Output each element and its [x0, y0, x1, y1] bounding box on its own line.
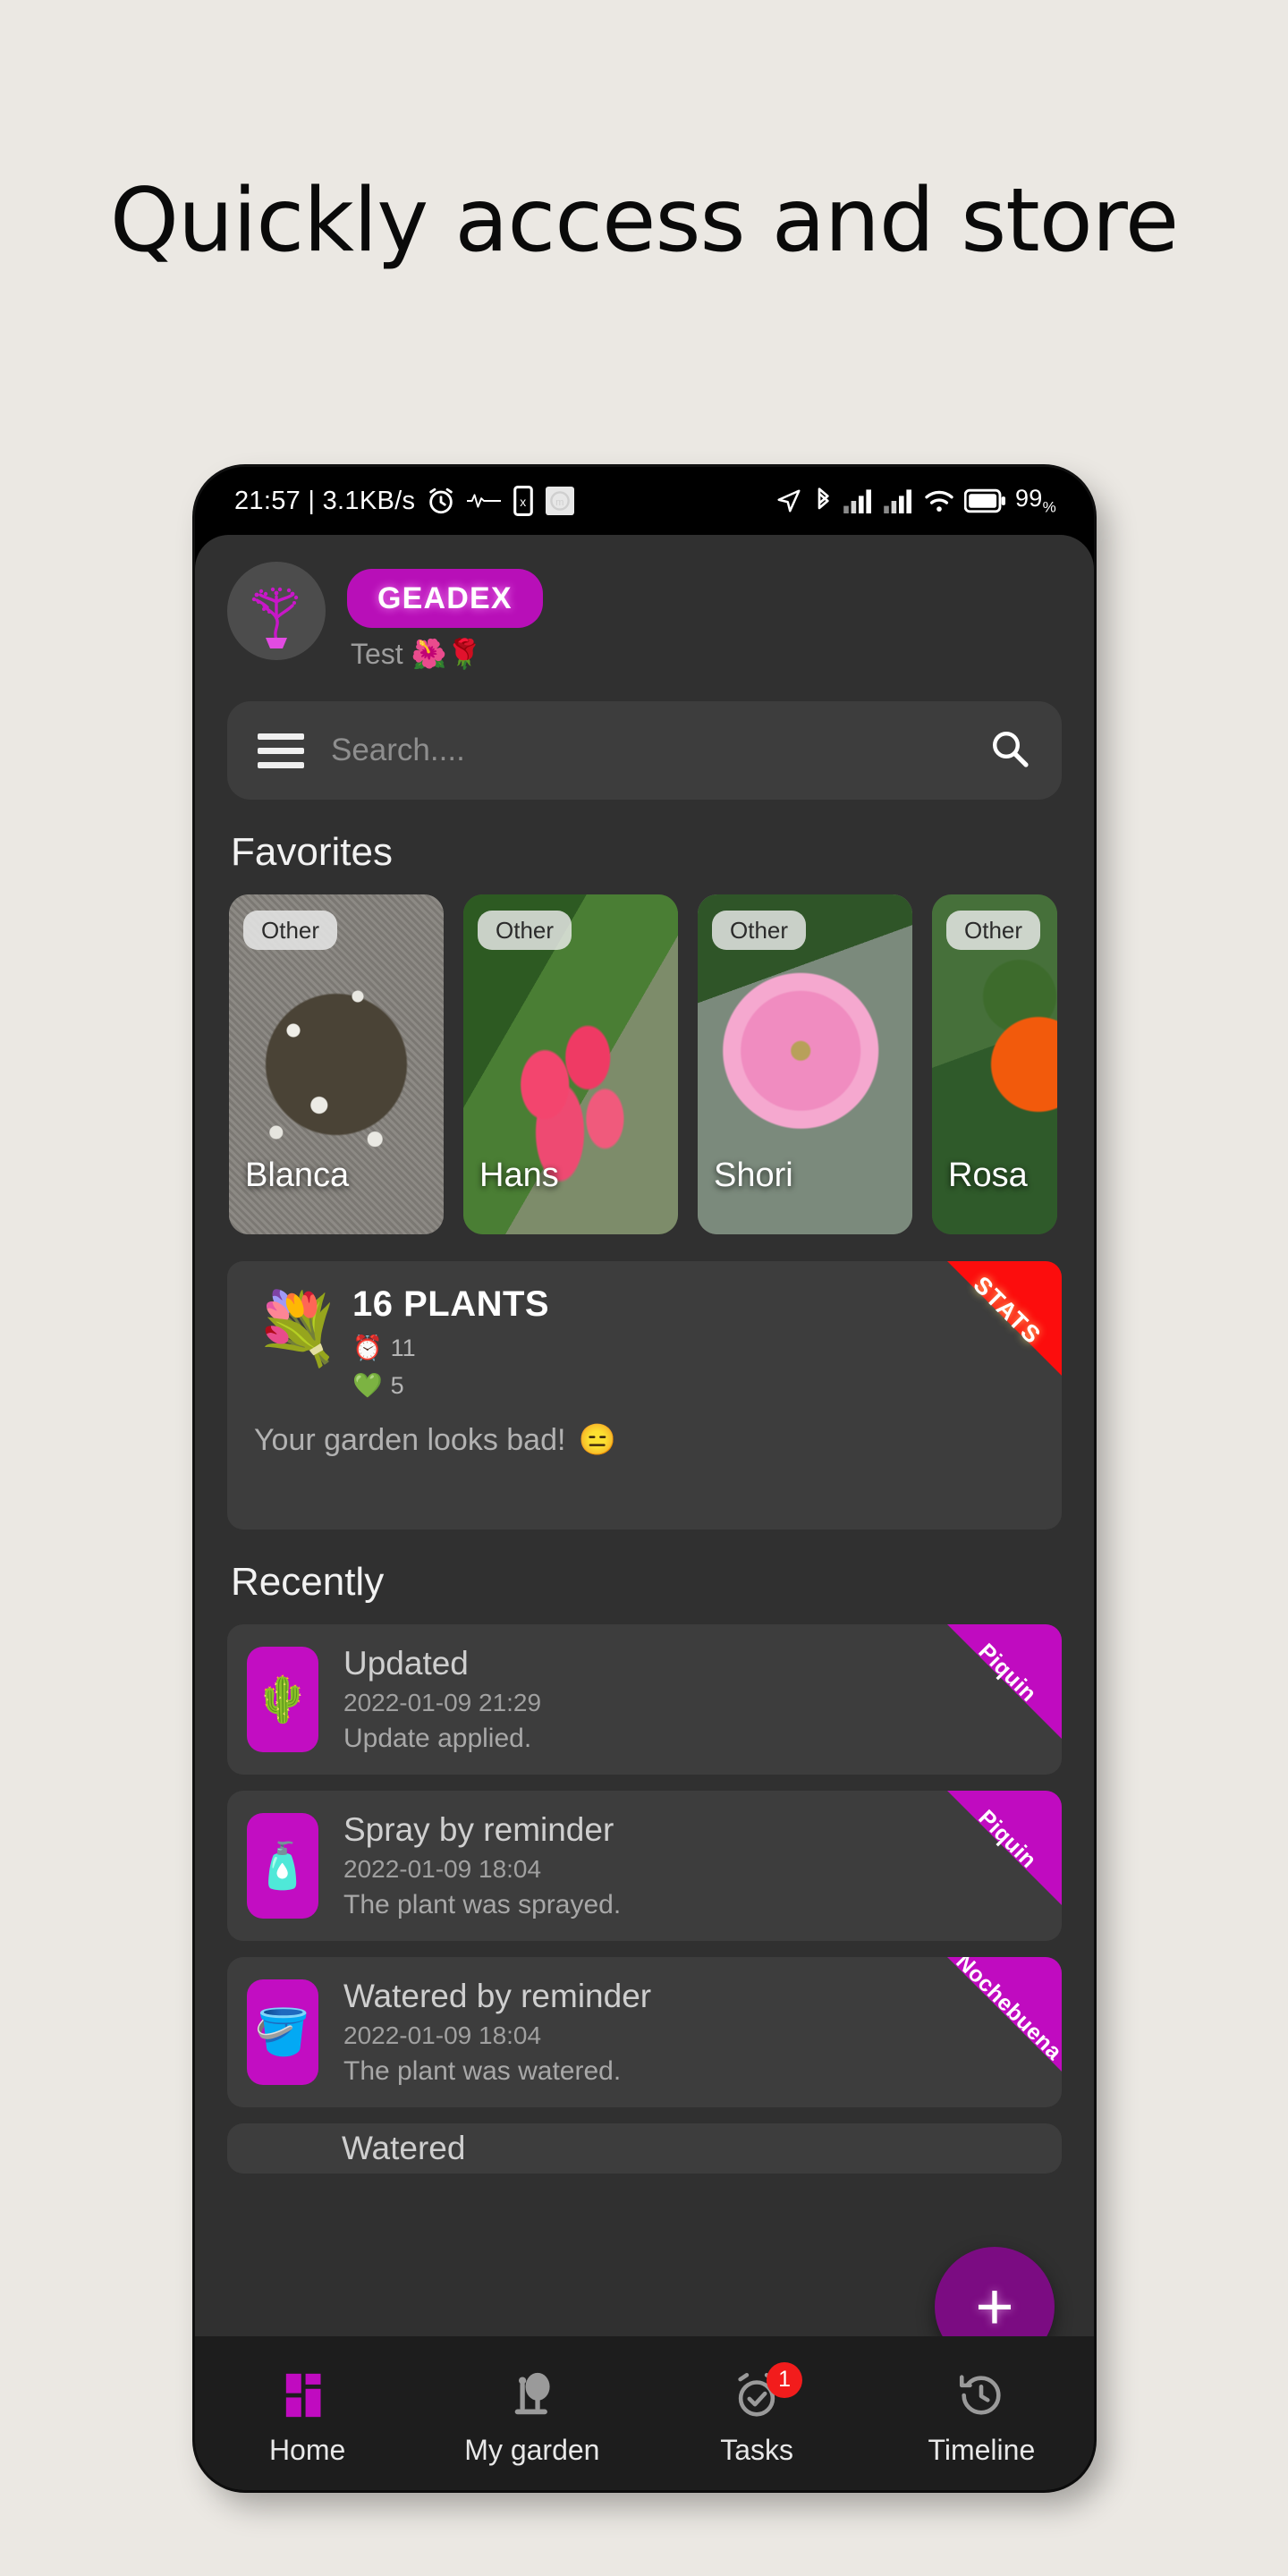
plant-name: Blanca: [245, 1157, 350, 1194]
nav-item-home[interactable]: Home: [195, 2360, 419, 2467]
favorites-title: Favorites: [231, 830, 393, 874]
history-icon: [955, 2368, 1007, 2423]
stats-ribbon[interactable]: STATS: [947, 1261, 1062, 1376]
nav-item-my-garden[interactable]: My garden: [419, 2360, 644, 2467]
activity-date: 2022-01-09 18:04: [343, 1855, 542, 1883]
alarm-clock-icon: ⏰: [352, 1335, 383, 1361]
nav-label: My garden: [464, 2433, 600, 2466]
plant-category-badge: Other: [243, 911, 338, 950]
tree-icon: [506, 2368, 558, 2423]
bonsai-plant-icon: [251, 587, 299, 648]
user-subtitle: Test 🌺🌹: [351, 638, 483, 670]
dashboard-icon: [282, 2368, 334, 2423]
vibrate-icon: x: [512, 486, 535, 516]
favorite-card[interactable]: Other Shori: [698, 894, 912, 1234]
search-icon[interactable]: [988, 727, 1031, 775]
spray-bottle-icon: 🧴: [247, 1813, 318, 1919]
activity-date: 2022-01-09 18:04: [343, 2021, 542, 2049]
recent-item[interactable]: 🌵 Updated 2022-01-09 21:29 Update applie…: [227, 1624, 1062, 1775]
signal-1-icon: [843, 488, 874, 513]
status-bar: 21:57 | 3.1KB/s x m 99%: [195, 467, 1094, 535]
battery-percentage: 99%: [1014, 485, 1056, 516]
search-input[interactable]: Search....: [331, 733, 962, 768]
status-clock-and-network: 21:57 | 3.1KB/s: [234, 486, 416, 515]
hamburger-icon[interactable]: [258, 733, 304, 768]
app-icon: m: [546, 487, 575, 515]
phone-frame: 21:57 | 3.1KB/s x m 99% GEADEX Test 🌺🌹 S…: [195, 467, 1094, 2490]
activity-desc: The plant was sprayed.: [343, 1890, 622, 1919]
stats-heart-line: 💚 5: [352, 1371, 549, 1400]
nav-item-tasks[interactable]: 1 Tasks: [645, 2360, 869, 2467]
plant-count: 16 PLANTS: [352, 1284, 550, 1324]
alarm-icon: [426, 486, 456, 516]
neutral-face-icon: 😑: [578, 1423, 616, 1457]
plant-category-badge: Other: [478, 911, 572, 950]
app-content: GEADEX Test 🌺🌹 Search.... Favorites Othe…: [195, 535, 1094, 2490]
bluetooth-icon: [812, 487, 834, 515]
activity-date: 2022-01-09 21:29: [343, 1689, 542, 1716]
recent-item[interactable]: Watered: [227, 2123, 1062, 2174]
heartbeat-icon: [467, 489, 502, 513]
plus-icon: +: [975, 2269, 1014, 2343]
watering-can-icon: 🪣: [247, 1979, 318, 2085]
activity-desc: The plant was watered.: [343, 2056, 622, 2086]
tasks-badge: 1: [767, 2361, 803, 2398]
favorites-row[interactable]: Other Blanca Other Hans Other Shori Othe…: [195, 894, 1094, 1234]
green-heart-icon: 💚: [352, 1372, 383, 1399]
plant-name: Hans: [479, 1157, 559, 1194]
brand-button[interactable]: GEADEX: [347, 569, 543, 628]
favorite-card[interactable]: Other Rosa: [932, 894, 1057, 1234]
app-header: GEADEX Test 🌺🌹: [195, 535, 1094, 671]
nav-label: Timeline: [928, 2433, 1036, 2466]
alarm-check-icon: 1: [731, 2361, 803, 2423]
location-icon: [775, 487, 802, 514]
stats-alarm-line: ⏰ 11: [352, 1334, 549, 1362]
promo-headline: Quickly access and store: [109, 170, 1179, 272]
svg-text:x: x: [521, 495, 527, 509]
plant-ribbon[interactable]: Nochebuena: [947, 1957, 1062, 2072]
garden-status-message: Your garden looks bad! 😑: [254, 1422, 616, 1458]
activity-title: Watered: [342, 2130, 466, 2166]
avatar[interactable]: [227, 562, 326, 660]
plant-name: Rosa: [948, 1157, 1028, 1194]
recently-list[interactable]: 🌵 Updated 2022-01-09 21:29 Update applie…: [195, 1624, 1094, 2174]
plant-category-badge: Other: [946, 911, 1041, 950]
battery-icon: [963, 488, 1005, 513]
nav-label: Home: [268, 2433, 346, 2466]
cactus-icon: 🌵: [247, 1647, 318, 1752]
recent-item[interactable]: 🧴 Spray by reminder 2022-01-09 18:04 The…: [227, 1791, 1062, 1941]
signal-2-icon: [884, 488, 914, 513]
svg-text:m: m: [555, 497, 564, 508]
activity-title: Watered by reminder: [343, 1978, 652, 2014]
activity-title: Updated: [343, 1645, 469, 1682]
recently-title: Recently: [231, 1560, 385, 1604]
stats-card[interactable]: 💐 16 PLANTS ⏰ 11 💚 5 Your garden looks b…: [227, 1261, 1062, 1530]
plant-category-badge: Other: [712, 911, 807, 950]
heart-count: 5: [390, 1371, 404, 1399]
activity-desc: Update applied.: [343, 1724, 532, 1753]
plant-name: Shori: [714, 1157, 793, 1194]
plant-ribbon[interactable]: Piquin: [947, 1791, 1062, 1905]
alarm-count: 11: [390, 1334, 416, 1361]
nav-label: Tasks: [720, 2433, 794, 2466]
plant-ribbon[interactable]: Piquin: [947, 1624, 1062, 1739]
bouquet-icon: 💐: [254, 1289, 342, 1368]
favorite-card[interactable]: Other Blanca: [229, 894, 444, 1234]
nav-item-timeline[interactable]: Timeline: [869, 2360, 1094, 2467]
bottom-navigation[interactable]: Home My garden 1 Tasks Timeline: [195, 2336, 1094, 2490]
activity-title: Spray by reminder: [343, 1811, 614, 1848]
search-bar[interactable]: Search....: [227, 701, 1062, 800]
wifi-icon: [924, 488, 954, 513]
favorite-card[interactable]: Other Hans: [463, 894, 678, 1234]
recent-item[interactable]: 🪣 Watered by reminder 2022-01-09 18:04 T…: [227, 1957, 1062, 2107]
